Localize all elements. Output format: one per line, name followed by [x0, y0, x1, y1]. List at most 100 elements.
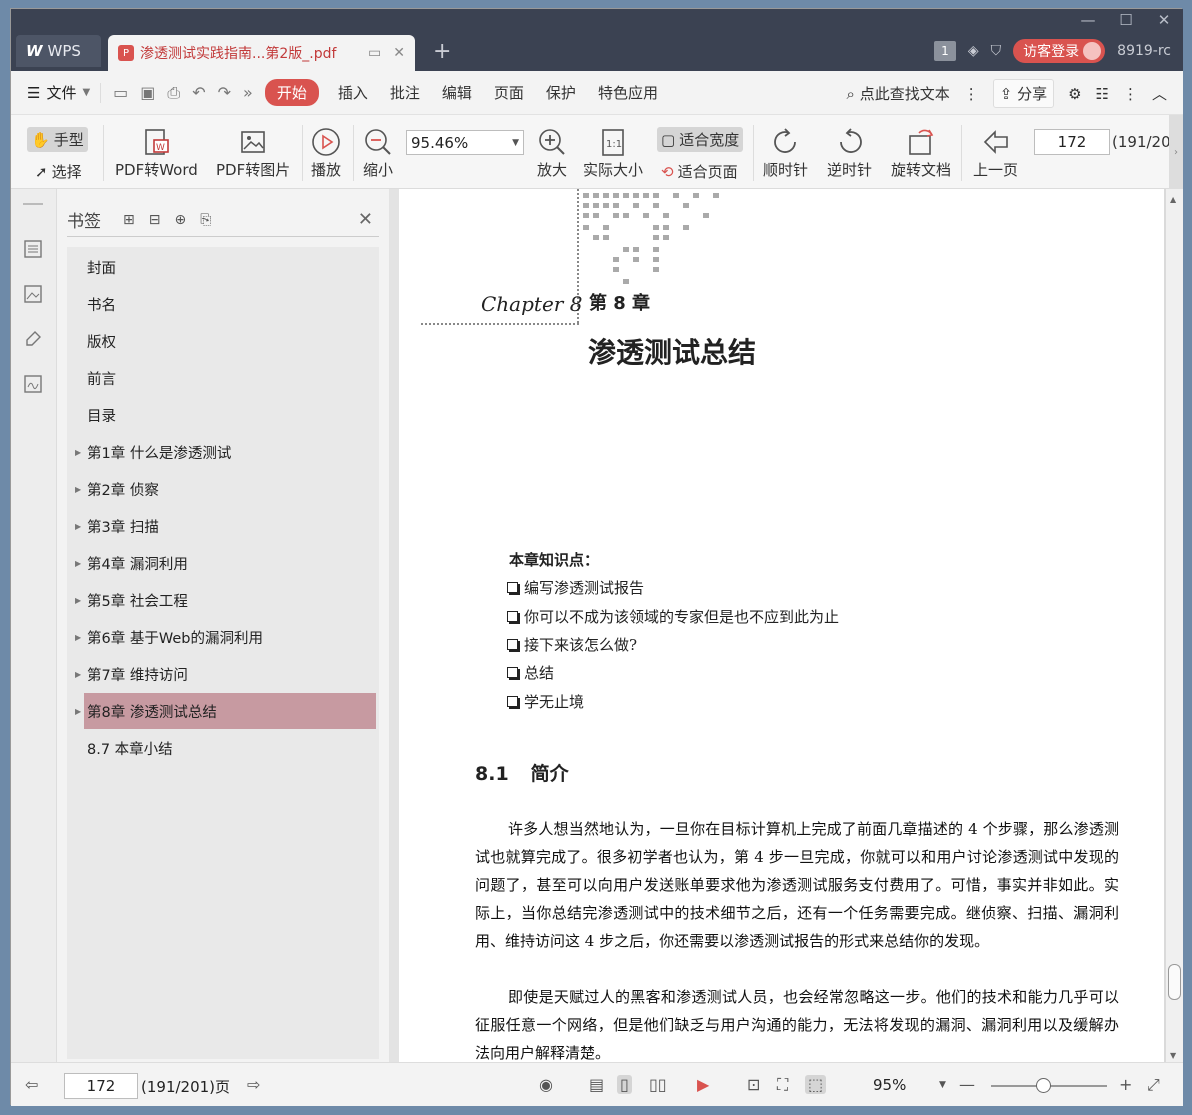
zoom-in-button[interactable]: 放大 — [537, 125, 567, 180]
expand-triangle-icon[interactable]: ▶ — [75, 448, 81, 457]
bookmark-item[interactable]: 8.7 本章小结 — [87, 730, 173, 766]
bookmark-item[interactable]: ▶ 第1章 什么是渗透测试 — [75, 434, 231, 470]
thumbnail-icon[interactable] — [23, 284, 43, 304]
pin-screen-icon[interactable]: ▭ — [368, 45, 381, 61]
zoom-select[interactable]: 95.46% ▼ — [406, 130, 524, 155]
bookmark-item[interactable]: ▶ 第3章 扫描 — [75, 508, 159, 544]
hand-tool-button[interactable]: ✋ 手型 — [27, 127, 88, 152]
menu-edit[interactable]: 编辑 — [442, 82, 472, 103]
rotate-document-button[interactable]: 旋转文档 — [891, 125, 951, 180]
actual-size-button[interactable]: 1:1 实际大小 — [583, 125, 643, 180]
expand-triangle-icon[interactable]: ▶ — [75, 633, 81, 642]
expand-triangle-icon[interactable]: ▶ — [75, 596, 81, 605]
toolbar-scroll-right-icon[interactable]: › — [1169, 115, 1183, 189]
bookmark-item[interactable]: ▶ 第7章 维持访问 — [75, 656, 188, 692]
outline-icon[interactable] — [23, 239, 43, 259]
zoom-slider-thumb[interactable] — [1036, 1078, 1051, 1093]
shirt-icon[interactable]: ⛉ — [991, 43, 1002, 59]
bookmark-item[interactable]: 前言 — [87, 360, 116, 396]
comment-icon[interactable]: ☷ — [1096, 85, 1109, 103]
tab-wps-home[interactable]: W WPS — [16, 35, 101, 67]
add-bookmark-icon[interactable]: ⊕ — [174, 212, 186, 228]
maximize-button[interactable]: ☐ — [1115, 11, 1137, 29]
signature-icon[interactable] — [23, 374, 43, 394]
prev-page-arrow-icon[interactable]: ⇦ — [25, 1075, 38, 1094]
zoom-out-button[interactable]: 缩小 — [363, 125, 393, 180]
bookmark-item[interactable]: 书名 — [87, 286, 116, 322]
eye-protection-icon[interactable]: ◉ — [539, 1075, 553, 1094]
pdf-to-word-button[interactable]: W PDF转Word — [115, 125, 198, 180]
close-panel-icon[interactable]: ✕ — [358, 209, 373, 230]
document-viewport[interactable]: Chapter 8 第 8 章 渗透测试总结 本章知识点： 编写渗透测试报告 你… — [399, 189, 1166, 1062]
zoom-plus-icon[interactable]: + — [1119, 1075, 1132, 1094]
skin-icon[interactable]: ◈ — [968, 43, 979, 59]
annotation-icon[interactable] — [23, 329, 43, 349]
rotate-ccw-button[interactable]: 逆时针 — [827, 125, 872, 180]
bookmark-item[interactable]: ▶ 第2章 侦察 — [75, 471, 159, 507]
tab-document[interactable]: P 渗透测试实践指南...第2版_.pdf ▭ ✕ — [108, 35, 415, 71]
scrollbar-thumb[interactable] — [1168, 964, 1181, 1000]
file-menu[interactable]: ☰ 文件 ▼ — [27, 82, 90, 103]
menu-special[interactable]: 特色应用 — [598, 82, 658, 103]
login-button[interactable]: 访客登录 — [1013, 39, 1106, 63]
window-count-badge[interactable]: 1 — [933, 41, 956, 61]
menu-page[interactable]: 页面 — [494, 82, 524, 103]
undo-icon[interactable]: ↶ — [192, 83, 205, 103]
single-page-icon[interactable]: ▯ — [617, 1075, 632, 1094]
status-zoom-value[interactable]: 95% — [873, 1076, 906, 1094]
pdf-to-image-button[interactable]: PDF转图片 — [216, 125, 290, 180]
more-icon[interactable]: ⋮ — [1123, 85, 1138, 103]
expand-triangle-icon[interactable]: ▶ — [75, 485, 81, 494]
settings-icon[interactable]: ⚙ — [1068, 85, 1081, 103]
fit-width-status-icon[interactable]: ⬚ — [805, 1075, 827, 1094]
menu-annotate[interactable]: 批注 — [390, 82, 420, 103]
close-tab-icon[interactable]: ✕ — [393, 45, 405, 61]
page-number-input[interactable]: 172 — [1034, 129, 1110, 155]
play-slideshow-icon[interactable]: ▶ — [697, 1075, 709, 1094]
menu-insert[interactable]: 插入 — [338, 82, 368, 103]
bookmark-item[interactable]: ▶ 第6章 基于Web的漏洞利用 — [75, 619, 263, 655]
search-text[interactable]: ⌕ 点此查找文本 — [847, 83, 950, 104]
zoom-minus-icon[interactable]: — — [959, 1075, 975, 1094]
select-tool-button[interactable]: ➚ 选择 — [31, 159, 86, 184]
print-icon[interactable]: ⎙ — [167, 83, 180, 103]
more-chevron-icon[interactable]: » — [243, 83, 253, 103]
more-vertical-icon[interactable]: ⋮ — [964, 85, 979, 103]
bookmark-item[interactable]: ▶ 第4章 漏洞利用 — [75, 545, 188, 581]
close-window-button[interactable]: ✕ — [1153, 11, 1175, 29]
menu-protect[interactable]: 保护 — [546, 82, 576, 103]
scroll-down-icon[interactable]: ▼ — [1170, 1051, 1176, 1060]
continuous-view-icon[interactable]: ▤ — [589, 1075, 604, 1094]
bookmark-icon[interactable]: ⎘ — [200, 212, 211, 228]
rotate-cw-button[interactable]: 顺时针 — [763, 125, 808, 180]
bookmark-item[interactable]: 版权 — [87, 323, 116, 359]
bookmark-item[interactable]: 封面 — [87, 249, 116, 285]
fullscreen-icon[interactable]: ⤢ — [1147, 1075, 1160, 1095]
expand-triangle-icon[interactable]: ▶ — [75, 707, 81, 716]
bookmark-item[interactable]: 目录 — [87, 397, 116, 433]
prev-page-button[interactable]: 上一页 — [973, 125, 1018, 180]
expand-triangle-icon[interactable]: ▶ — [75, 670, 81, 679]
fit-page-button[interactable]: ⟲ 适合页面 — [657, 159, 742, 184]
play-button[interactable]: 播放 — [311, 125, 341, 180]
menu-start[interactable]: 开始 — [264, 79, 319, 106]
actual-size-status-icon[interactable]: ⊡ — [747, 1075, 760, 1094]
vertical-scrollbar[interactable]: ▲ ▼ — [1166, 189, 1183, 1062]
minimize-button[interactable]: — — [1077, 11, 1099, 29]
bookmark-item[interactable]: ▶ 第5章 社会工程 — [75, 582, 188, 618]
save-icon[interactable]: ▣ — [140, 83, 155, 103]
redo-icon[interactable]: ↷ — [218, 83, 231, 103]
share-button[interactable]: ⇪ 分享 — [992, 79, 1055, 108]
fit-page-status-icon[interactable]: ⛶ — [777, 1075, 788, 1095]
open-folder-icon[interactable]: ▭ — [113, 83, 128, 103]
expand-triangle-icon[interactable]: ▶ — [75, 559, 81, 568]
new-tab-button[interactable]: + — [433, 39, 451, 64]
status-page-input[interactable]: 172 — [64, 1073, 138, 1099]
zoom-dropdown-icon[interactable]: ▼ — [939, 1080, 946, 1090]
expand-all-icon[interactable]: ⊞ — [123, 212, 135, 228]
scroll-up-icon[interactable]: ▲ — [1170, 195, 1176, 204]
double-page-icon[interactable]: ▯▯ — [649, 1075, 667, 1094]
expand-triangle-icon[interactable]: ▶ — [75, 522, 81, 531]
bookmark-item-selected[interactable]: ▶ 第8章 渗透测试总结 — [75, 693, 376, 729]
next-page-arrow-icon[interactable]: ⇨ — [247, 1075, 260, 1094]
